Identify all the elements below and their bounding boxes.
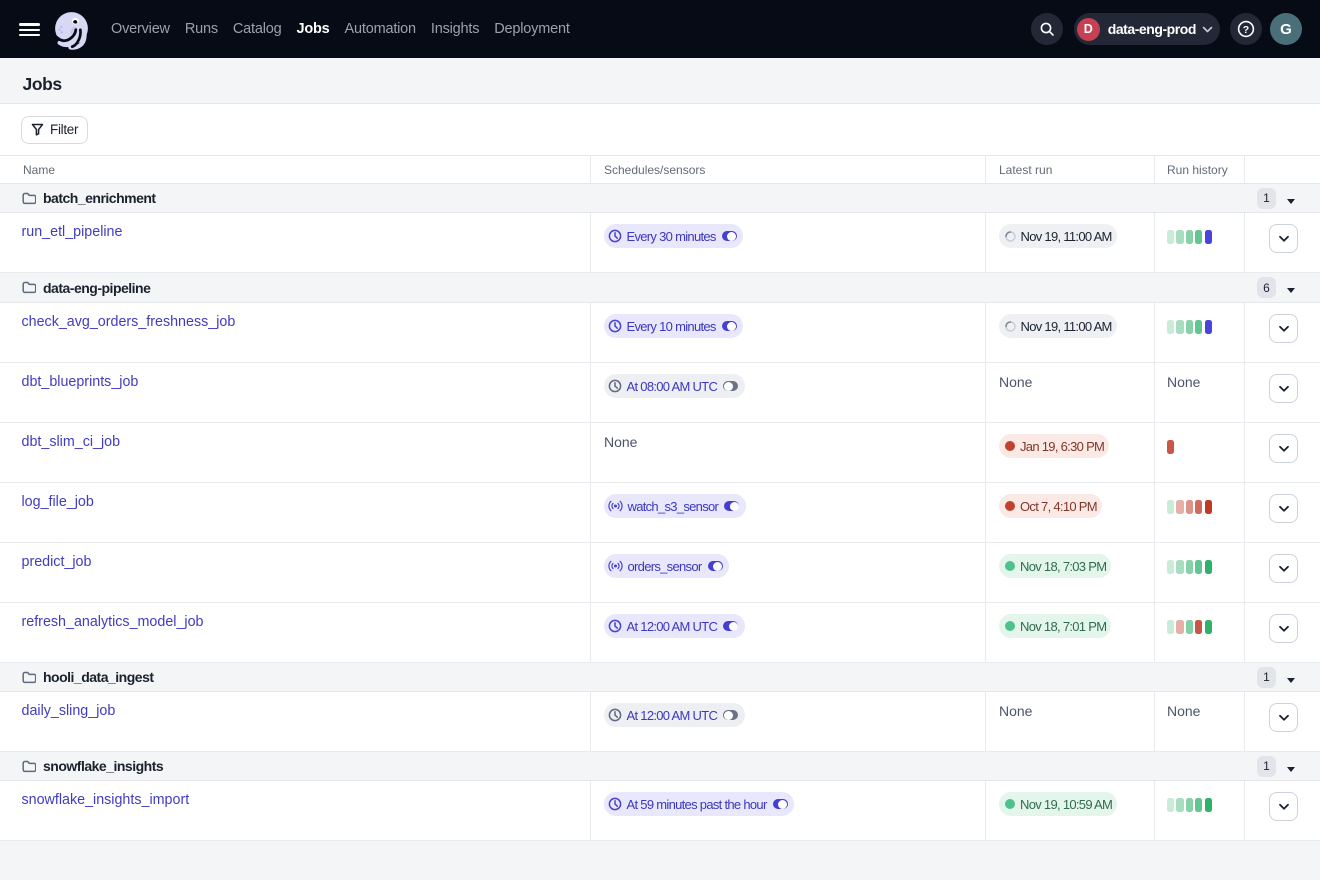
- svg-text:?: ?: [1243, 24, 1249, 36]
